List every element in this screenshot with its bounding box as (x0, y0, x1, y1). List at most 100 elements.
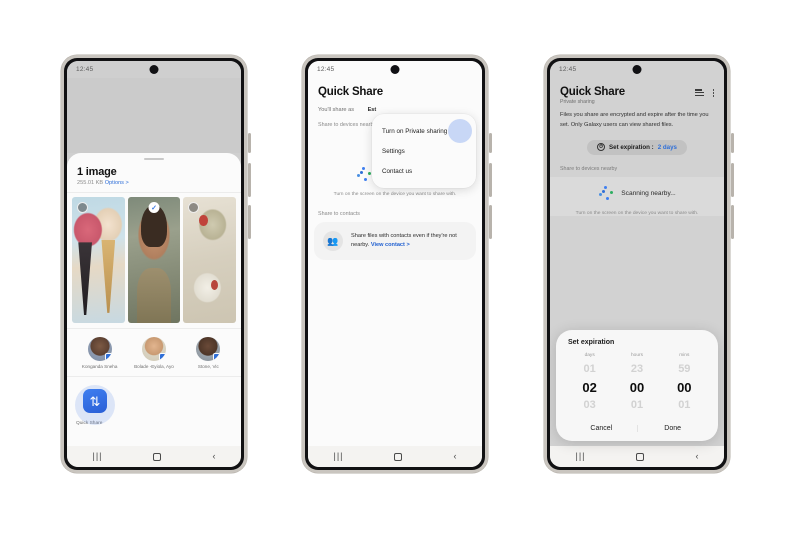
scanning-area: Scanning nearby... Turn on the screen on… (550, 176, 724, 216)
home-button[interactable] (153, 452, 162, 461)
recents-button[interactable]: ||| (92, 452, 102, 461)
picker-value-below[interactable]: 01 (613, 400, 660, 411)
cancel-button[interactable]: Cancel (566, 420, 637, 434)
screenshot-stage: 12:45 1 image 255.01 KB Options > ✓ Kong… (0, 0, 800, 533)
home-button[interactable] (394, 452, 403, 461)
picker-value-above[interactable]: 59 (661, 364, 708, 375)
phone1-side-button-top[interactable] (248, 133, 251, 153)
thumbnail-image (127, 197, 181, 323)
status-clock: 12:45 (559, 66, 577, 73)
phone3-status-bar: 12:45 (550, 61, 724, 78)
done-button[interactable]: Done (637, 420, 708, 434)
phone3-screen: 12:45 Quick Share Private sharing Files … (550, 61, 724, 467)
page-title: Quick Share (560, 86, 625, 98)
contact-item[interactable]: Konganda Sneha (74, 337, 125, 370)
contact-name: Konganda Sneha (81, 364, 118, 369)
expiration-picker[interactable]: days 01 02 03 hours 23 00 01 mins 59 00 … (566, 353, 708, 411)
thumbnail-selected-check-icon[interactable]: ✓ (148, 202, 160, 213)
thumbnail-image (72, 197, 125, 323)
phone2-volume-up-button[interactable] (489, 163, 492, 197)
phone1-screen: 12:45 1 image 255.01 KB Options > ✓ Kong… (67, 61, 241, 467)
phone3-volume-up-button[interactable] (731, 163, 734, 197)
thumbnail-select-circle[interactable] (77, 202, 88, 213)
phone2-side-button-top[interactable] (489, 133, 492, 153)
phone3-side-button-top[interactable] (731, 133, 734, 153)
back-button[interactable]: ‹ (695, 452, 698, 461)
front-camera-punch-hole (390, 65, 400, 74)
phone2-navigation-bar: ||| ‹ (308, 446, 482, 467)
app-badge-icon (213, 353, 221, 361)
devices-nearby-label: Share to devices nearby (560, 165, 618, 172)
view-contact-link[interactable]: View contact > (371, 242, 410, 248)
picker-column-mins[interactable]: mins 59 00 01 (661, 353, 708, 411)
picker-value-selected[interactable]: 00 (613, 381, 660, 394)
sheet-header: 1 image 255.01 KB Options > (67, 160, 241, 193)
share-to-contacts-label: Share to contacts (318, 211, 360, 217)
contact-item[interactable]: Stone, Vic (183, 337, 234, 370)
thumbnail-food[interactable] (183, 197, 237, 323)
overflow-menu: Turn on Private sharing Settings Contact… (372, 114, 476, 188)
status-clock: 12:45 (317, 66, 335, 73)
scanning-hint-text: Turn on the screen on the device you wan… (575, 210, 699, 216)
scanning-dots-icon (356, 167, 372, 183)
page-title: Quick Share (318, 86, 383, 98)
phone1-volume-down-button[interactable] (248, 205, 251, 239)
phone2-status-bar: 12:45 (308, 61, 482, 78)
tap-ripple: ⇅ (74, 384, 116, 426)
picker-value-selected[interactable]: 02 (566, 381, 613, 394)
app-badge-icon (158, 353, 166, 361)
menu-item-turn-on-private-sharing[interactable]: Turn on Private sharing (372, 121, 476, 141)
menu-item-settings[interactable]: Settings (372, 141, 476, 161)
home-button[interactable] (636, 452, 645, 461)
picker-column-hours[interactable]: hours 23 00 01 (613, 353, 660, 411)
sheet-title: 1 image (77, 166, 117, 178)
phone-gallery-share-sheet: 12:45 1 image 255.01 KB Options > ✓ Kong… (61, 55, 251, 473)
expiration-chip-row: ⏱ Set expiration : 2 days (550, 131, 724, 155)
back-button[interactable]: ‹ (212, 452, 215, 461)
picker-value-selected[interactable]: 00 (661, 381, 708, 394)
phone-quick-share-menu: 12:45 Quick Share You'll share as Est Sh… (302, 55, 492, 473)
set-expiration-label: Set expiration : (609, 143, 654, 151)
picker-value-below[interactable]: 03 (566, 400, 613, 411)
thumbnail-portrait[interactable]: ✓ (127, 197, 181, 323)
avatar (87, 337, 112, 361)
picker-value-above[interactable]: 23 (613, 364, 660, 375)
picker-value-below[interactable]: 01 (661, 400, 708, 411)
share-as-row[interactable]: You'll share as Est (318, 107, 472, 113)
contacts-card-text: Share files with contacts even if they'r… (351, 232, 467, 250)
contacts-group-icon: 👥 (323, 231, 343, 251)
phone1-volume-up-button[interactable] (248, 163, 251, 197)
menu-item-contact-us[interactable]: Contact us (372, 161, 476, 181)
private-sharing-description: Files you share are encrypted and expire… (560, 112, 709, 128)
quick-share-icon[interactable]: ⇅ (83, 389, 107, 414)
phone3-volume-down-button[interactable] (731, 205, 734, 239)
share-to-contacts-card[interactable]: 👥 Share files with contacts even if they… (314, 222, 476, 260)
picker-column-days[interactable]: days 01 02 03 (566, 353, 613, 411)
recents-button[interactable]: ||| (575, 452, 585, 461)
phone-private-sharing-expiration: 12:45 Quick Share Private sharing Files … (544, 55, 734, 473)
private-sharing-header: Quick Share Private sharing (550, 78, 724, 105)
share-as-label: You'll share as (318, 107, 355, 113)
recents-button[interactable]: ||| (333, 452, 343, 461)
thumbnail-ice-cream[interactable] (72, 197, 125, 323)
scanning-hint-text: Turn on the screen on the device you wan… (333, 192, 457, 197)
share-as-value: Est (367, 107, 377, 113)
set-expiration-button[interactable]: ⏱ Set expiration : 2 days (587, 139, 687, 155)
contact-item[interactable]: Bolade -Eyiola, Ayo (128, 337, 179, 370)
avatar (141, 337, 166, 361)
phone2-volume-down-button[interactable] (489, 205, 492, 239)
scanning-status-text: Scanning nearby... (621, 190, 676, 198)
menu-item-label: Contact us (382, 167, 413, 175)
back-button[interactable]: ‹ (453, 452, 456, 461)
options-link[interactable]: Options > (105, 180, 129, 186)
front-camera-punch-hole (632, 65, 642, 74)
picker-value-above[interactable]: 01 (566, 364, 613, 375)
sheet-subtitle: 255.01 KB Options > (77, 180, 231, 186)
phone2-bezel: 12:45 Quick Share You'll share as Est Sh… (305, 58, 485, 470)
status-clock: 12:45 (76, 66, 94, 73)
overflow-menu-icon[interactable] (712, 89, 714, 97)
scanning-dots-icon (598, 185, 614, 202)
quick-share-target[interactable]: ⇅ Quick Share (74, 384, 116, 426)
app-badge-icon (104, 353, 112, 361)
list-view-icon[interactable] (694, 89, 704, 97)
